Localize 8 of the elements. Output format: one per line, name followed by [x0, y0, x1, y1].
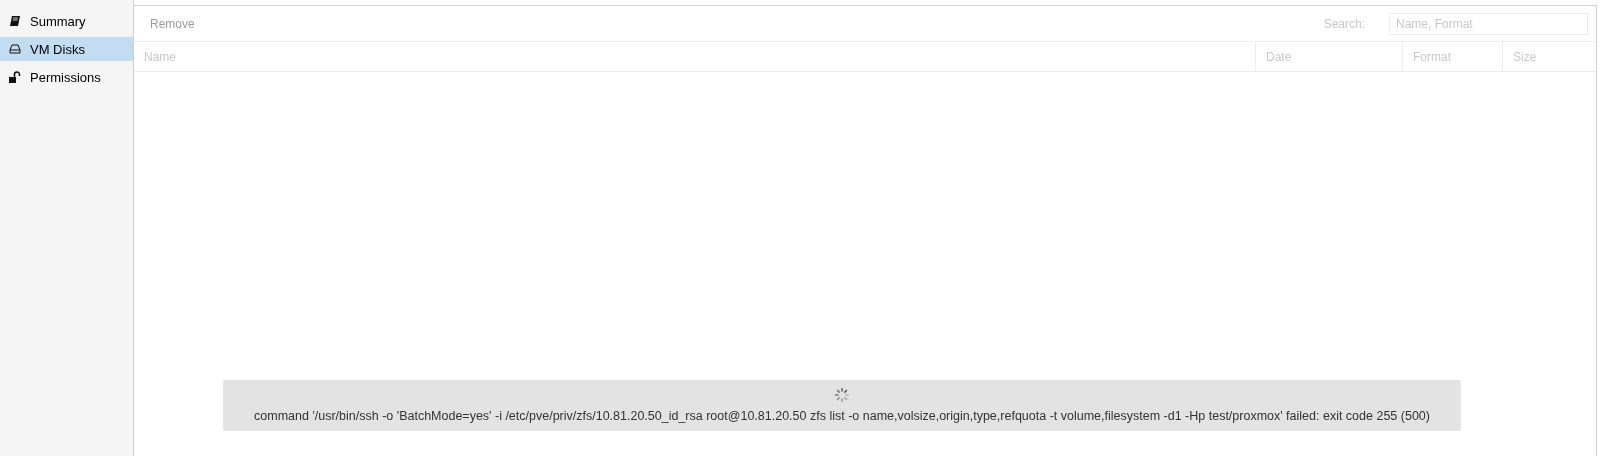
sidebar-item[interactable]: VM Disks: [0, 37, 133, 61]
unlock-icon: [9, 71, 21, 83]
book-icon: [9, 15, 21, 27]
error-message: command '/usr/bin/ssh -o 'BatchMode=yes' -i /etc/pve/priv/zfs/10.81.20.50_id_rsa root@10.81.20.50 zfs list -o name,volsize,origin,type,refquota -t volume,filesystem -d1 -Hp test/proxmox' failed: exit code 255 (500): [254, 409, 1430, 423]
spinner-icon: [834, 387, 850, 403]
sidebar-item[interactable]: Summary: [0, 9, 133, 33]
sidebar-item[interactable]: Permissions: [0, 65, 133, 89]
hard-drive-icon: [9, 43, 21, 55]
